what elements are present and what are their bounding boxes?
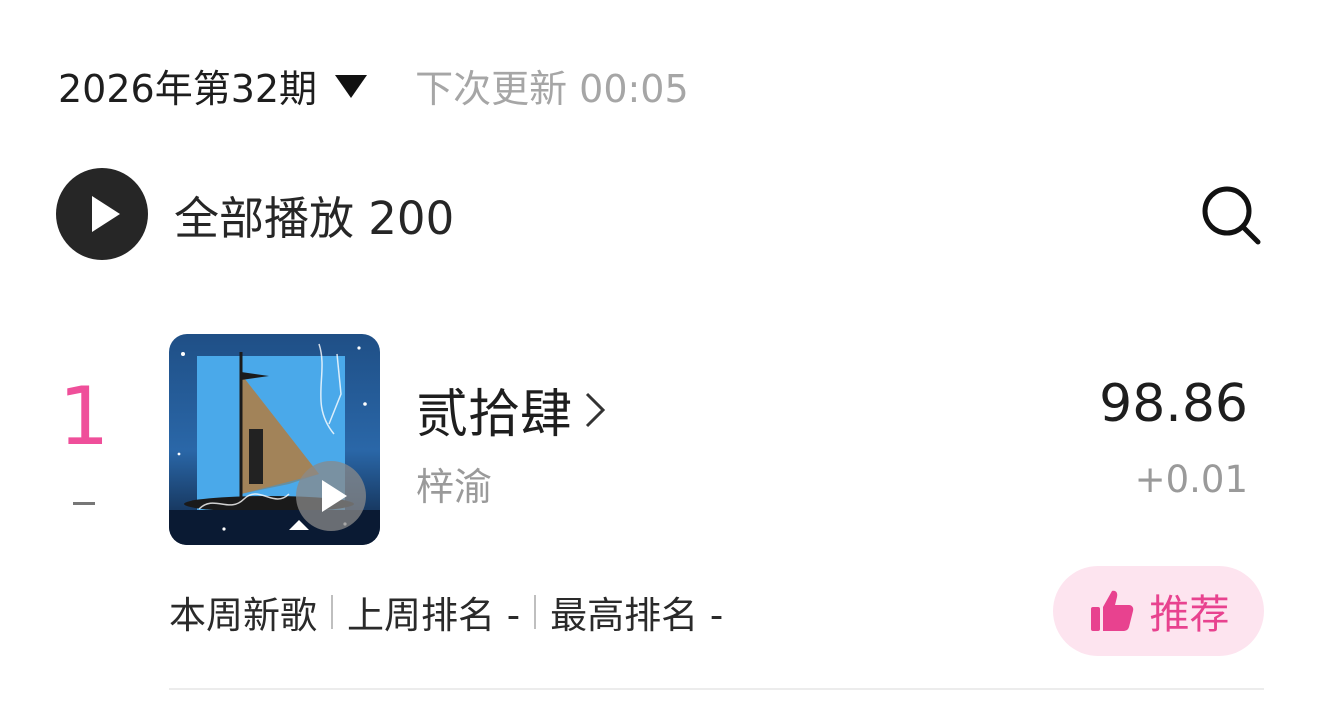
period-selector[interactable]: 2026年第32期 <box>58 58 368 113</box>
new-song-tag: 本周新歌 <box>169 594 317 637</box>
thumbs-up-icon <box>1090 590 1133 631</box>
song-title[interactable]: 贰拾肆 <box>416 372 572 447</box>
rank-number: 1 <box>58 370 110 463</box>
rank-change-dash <box>73 502 95 505</box>
search-icon <box>1202 186 1261 245</box>
peak-rank: 最高排名 - <box>550 594 724 637</box>
triangle-down-icon[interactable] <box>335 74 368 98</box>
song-score: 98.86 <box>1099 374 1248 434</box>
period-row: 2026年第32期 下次更新 00:05 <box>58 58 689 112</box>
meta-separator <box>331 595 333 629</box>
song-meta-row: 本周新歌 上周排名 - 最高排名 - <box>169 588 724 637</box>
search-button[interactable] <box>1200 184 1264 248</box>
recommend-label[interactable]: 推荐 <box>1150 582 1230 640</box>
chevron-right-icon <box>585 392 606 427</box>
score-change: +0.01 <box>1134 458 1248 501</box>
recommend-button[interactable]: 推荐 <box>1053 566 1264 656</box>
meta-separator <box>534 595 537 629</box>
next-update-text: 下次更新 00:05 <box>415 66 689 111</box>
artist-name[interactable]: 梓渝 <box>416 456 492 511</box>
album-cover[interactable] <box>169 334 380 545</box>
song-title-link[interactable]: 贰拾肆 <box>416 372 606 447</box>
list-divider <box>169 688 1264 690</box>
period-label[interactable]: 2026年第32期 <box>58 58 317 113</box>
play-all-button[interactable] <box>56 168 148 260</box>
play-icon <box>92 196 120 232</box>
play-all-label[interactable]: 全部播放 200 <box>174 182 454 247</box>
album-art-sailboat-night <box>169 334 380 545</box>
play-all-row: 全部播放 200 <box>56 168 1264 260</box>
last-week-rank: 上周排名 - <box>347 594 521 637</box>
